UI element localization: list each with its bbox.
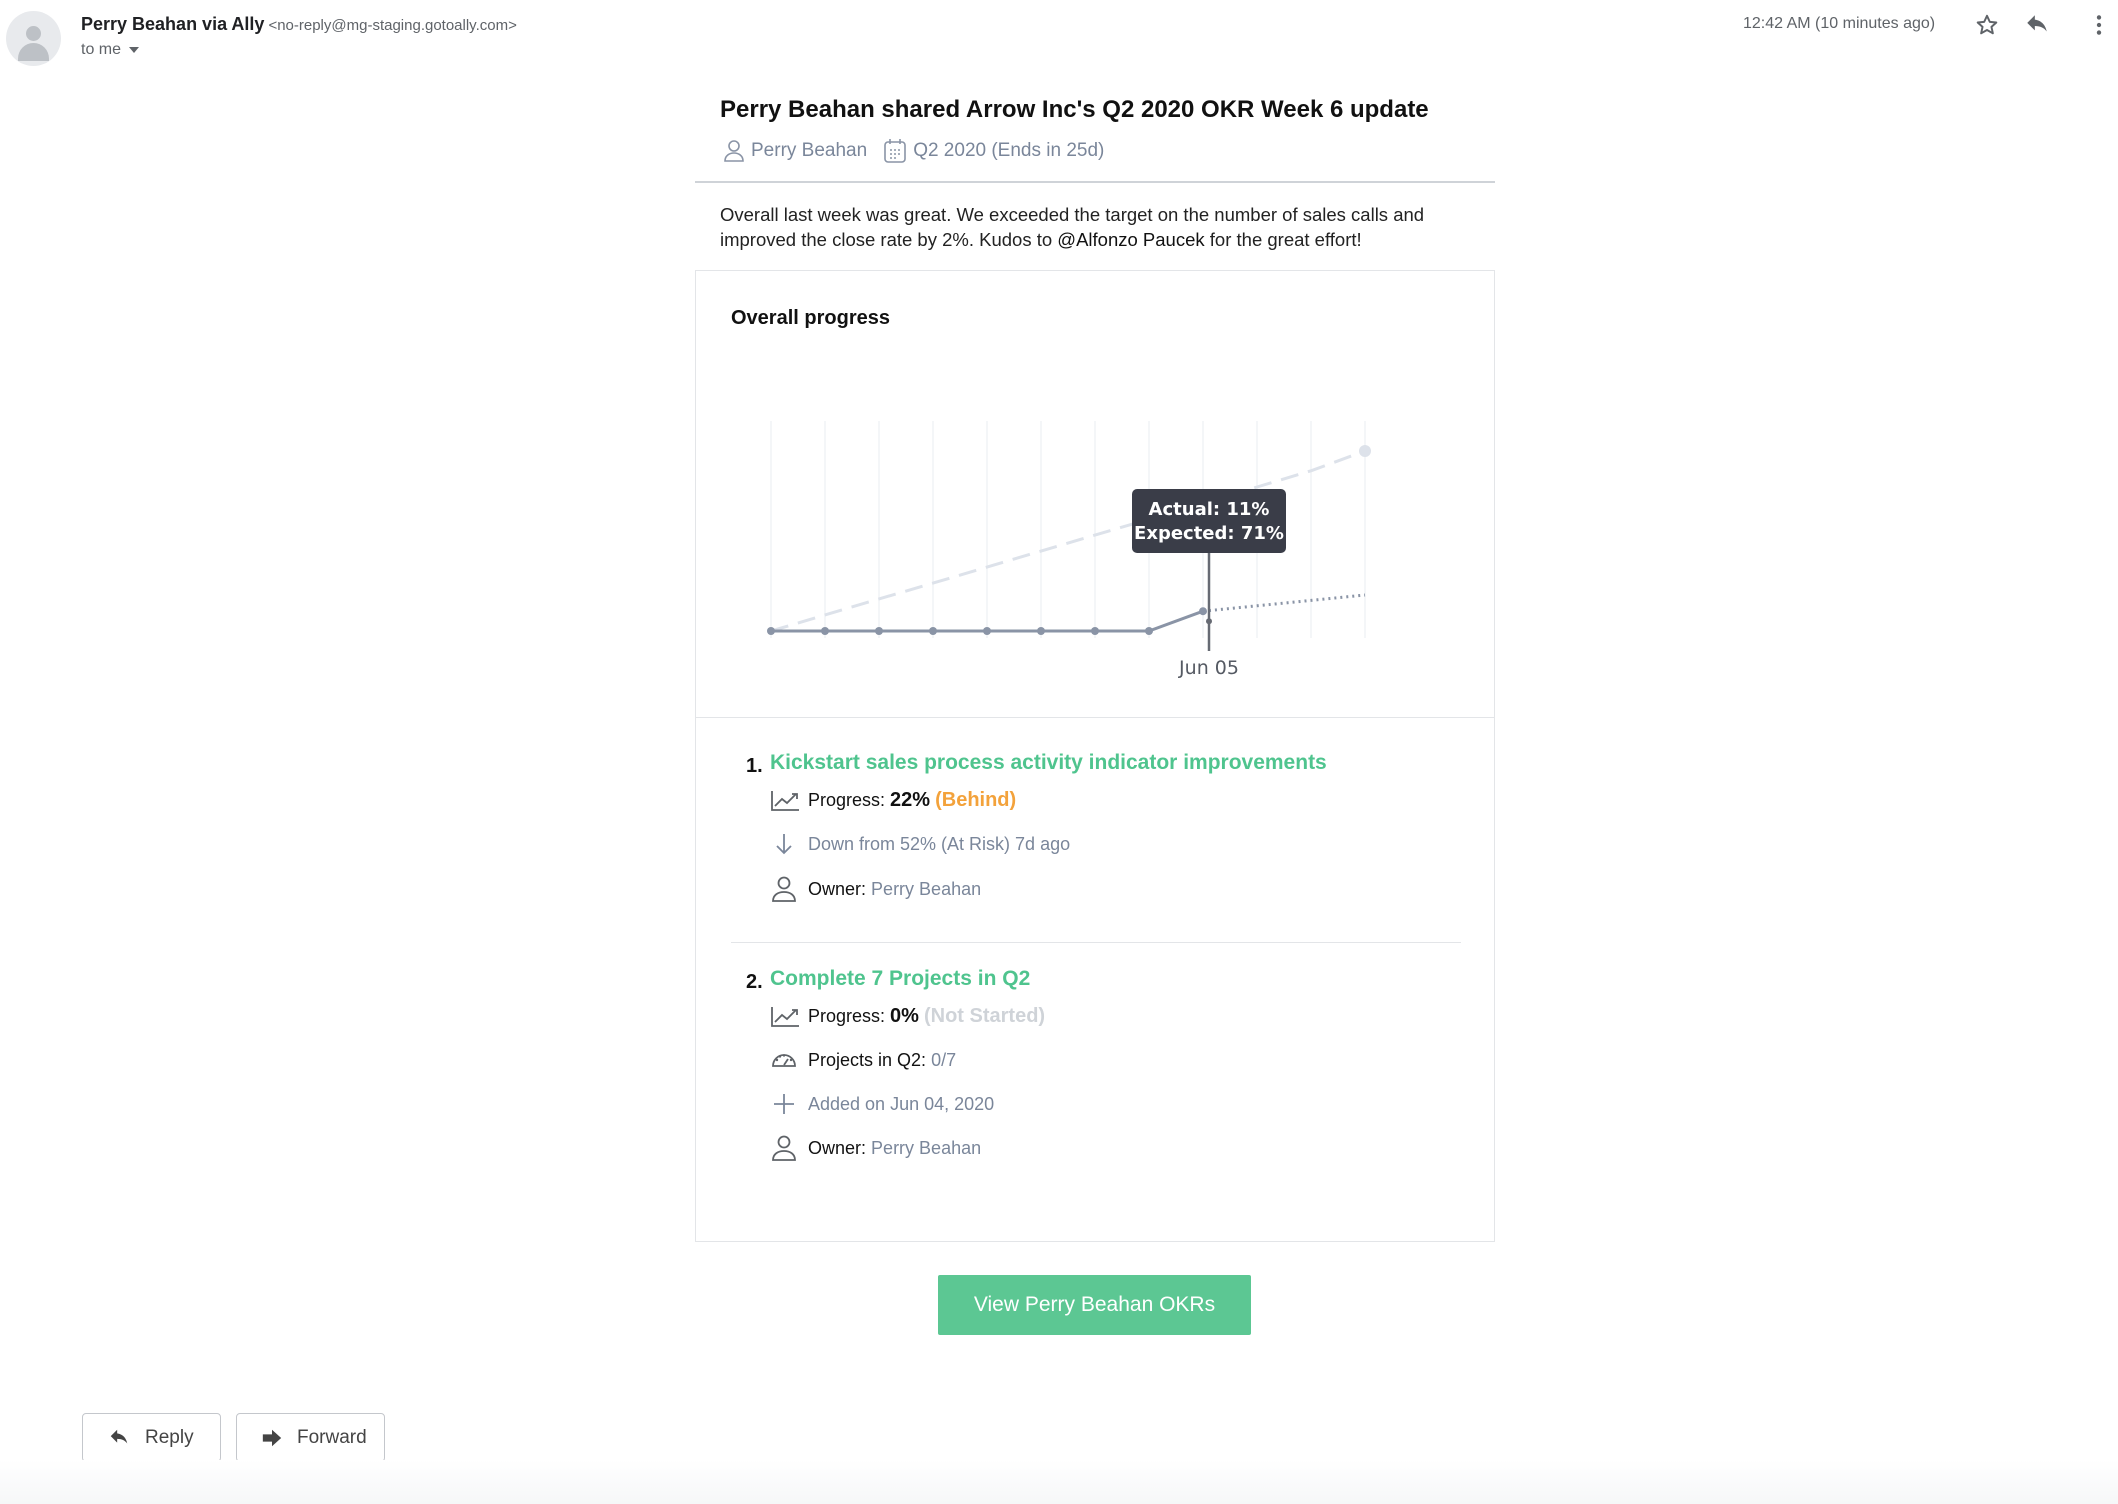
- status-badge: (Behind): [935, 788, 1017, 811]
- recipient-label: to me: [81, 41, 122, 58]
- divider: [695, 181, 1495, 183]
- user-icon: [772, 1135, 796, 1161]
- forward-label: Forward: [297, 1426, 367, 1448]
- okr-card: Overall progress Jun 05 Actual: 11% Expect…: [695, 270, 1495, 1242]
- expected-end-point: [1359, 445, 1371, 457]
- sender: Perry Beahan via Ally <no-reply@mg-stagin…: [81, 14, 517, 35]
- data-point: [1145, 627, 1153, 635]
- trend-chart-icon: [771, 791, 799, 811]
- progress-row: Progress: 0% (Not Started): [770, 1001, 1045, 1031]
- divider: [696, 717, 1494, 718]
- x-tick-label: Jun 05: [1178, 657, 1239, 679]
- update-title: Perry Beahan shared Arrow Inc's Q2 2020 …: [720, 96, 1429, 123]
- key-result-row: Projects in Q2: 0/7: [770, 1045, 956, 1075]
- tooltip-expected: Expected: 71%: [1134, 523, 1284, 544]
- forward-button[interactable]: Forward: [236, 1413, 385, 1462]
- sender-email: <no-reply@mg-staging.gotoally.com>: [268, 17, 517, 34]
- divider: [731, 942, 1461, 943]
- author-link[interactable]: Perry Beahan: [751, 140, 867, 162]
- sender-avatar[interactable]: [6, 11, 61, 66]
- reply-icon[interactable]: [2024, 12, 2050, 38]
- key-result-label: Projects in Q2:: [808, 1049, 927, 1070]
- objective-number: 2.: [746, 971, 763, 993]
- footer-shadow: [0, 1460, 2118, 1504]
- email-header: Perry Beahan via Ally <no-reply@mg-stagin…: [0, 0, 2118, 80]
- owner-link[interactable]: Perry Beahan: [871, 879, 981, 900]
- data-point: [1199, 607, 1207, 616]
- plus-icon: [774, 1094, 794, 1114]
- data-point: [1037, 627, 1045, 635]
- progress-label: Progress:: [808, 1005, 886, 1026]
- sender-name[interactable]: Perry Beahan via Ally: [81, 14, 264, 34]
- trend-chart-icon: [771, 1007, 799, 1027]
- status-badge: (Not Started): [923, 1004, 1046, 1027]
- reply-label: Reply: [145, 1426, 194, 1448]
- arrow-down-icon: [776, 834, 792, 855]
- reply-button[interactable]: Reply: [82, 1413, 221, 1462]
- objective-title-link[interactable]: Kickstart sales process activity indicat…: [770, 751, 1327, 775]
- added-text: Added on Jun 04, 2020: [808, 1093, 995, 1114]
- progress-row: Progress: 22% (Behind): [770, 785, 1016, 815]
- owner-label: Owner:: [808, 1137, 867, 1158]
- user-icon: [772, 876, 796, 902]
- calendar-icon: [884, 139, 906, 163]
- user-icon: [724, 140, 744, 162]
- owner-link[interactable]: Perry Beahan: [871, 1138, 981, 1159]
- recipient-details[interactable]: to me: [81, 41, 140, 59]
- timestamp: 12:42 AM (10 minutes ago): [1743, 15, 1936, 32]
- intro-text-end: for the great effort!: [1204, 229, 1362, 250]
- star-icon[interactable]: [1974, 12, 2000, 38]
- reply-icon: [110, 1429, 128, 1443]
- owner-row: Owner: Perry Beahan: [770, 1133, 981, 1163]
- view-okrs-button[interactable]: View Perry Beahan OKRs: [938, 1275, 1251, 1335]
- added-row: Added on Jun 04, 2020: [770, 1089, 994, 1119]
- data-point: [1091, 627, 1099, 635]
- series-line-projected: [1202, 593, 1366, 613]
- change-row: Down from 52% (At Risk) 7d ago: [770, 829, 1070, 859]
- change-text: Down from 52% (At Risk) 7d ago: [808, 833, 1071, 854]
- update-meta: Perry Beahan Q2 2020 (Ends in 25d): [723, 137, 1104, 165]
- progress-value: 22%: [890, 788, 931, 811]
- progress-chart[interactable]: Jun 05 Actual: 11% Expected: 71%: [696, 271, 1496, 717]
- cursor-point: [1206, 618, 1212, 625]
- data-point: [983, 627, 991, 635]
- owner-row: Owner: Perry Beahan: [770, 874, 981, 904]
- mention-link[interactable]: @Alfonzo Paucek: [1057, 229, 1204, 250]
- owner-label: Owner:: [808, 878, 867, 899]
- period-label: Q2 2020 (Ends in 25d): [913, 140, 1105, 161]
- tooltip-actual: Actual: 11%: [1149, 499, 1270, 520]
- progress-label: Progress:: [808, 789, 886, 810]
- update-intro: Overall last week was great. We exceeded…: [720, 202, 1480, 252]
- data-point: [767, 627, 775, 635]
- objective-number: 1.: [746, 755, 763, 777]
- data-point: [929, 627, 937, 635]
- gauge-icon: [772, 1054, 796, 1067]
- progress-value: 0%: [890, 1004, 919, 1027]
- data-point: [875, 627, 883, 635]
- forward-icon: [262, 1429, 282, 1446]
- data-point: [821, 627, 829, 635]
- key-result-value: 0/7: [931, 1049, 957, 1070]
- objective-title-link[interactable]: Complete 7 Projects in Q2: [770, 967, 1030, 991]
- more-vert-icon[interactable]: [2086, 12, 2112, 38]
- chevron-down-icon[interactable]: [129, 46, 140, 53]
